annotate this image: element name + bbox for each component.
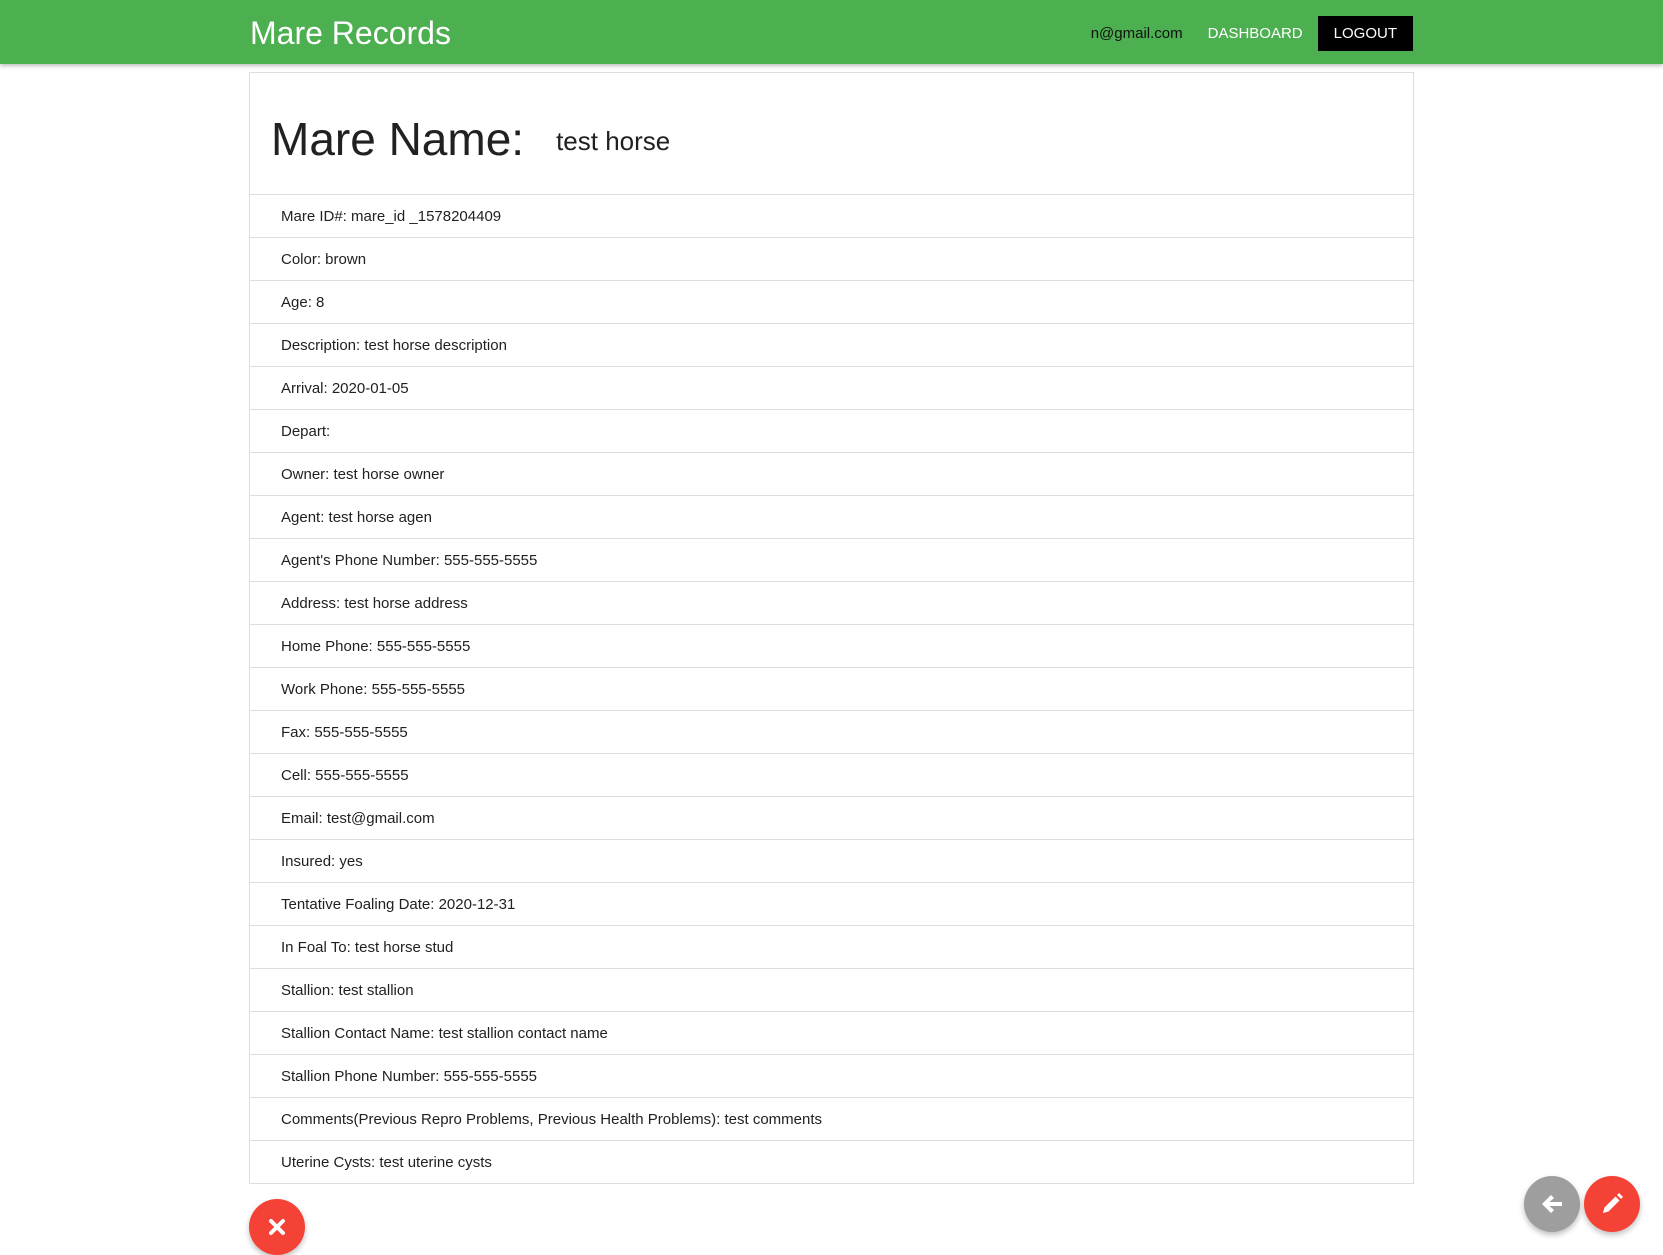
mare-field-row: Home Phone: 555-555-5555 [250,625,1413,668]
mare-field-row: Work Phone: 555-555-5555 [250,668,1413,711]
mare-name-label: Mare Name: [271,112,525,165]
mare-field-list: Mare ID#: mare_id _1578204409 Color: brow… [250,195,1413,1183]
mare-field-row: Mare ID#: mare_id _1578204409 [250,195,1413,238]
logout-button[interactable]: LOGOUT [1317,16,1413,51]
mare-field-row: Address: test horse address [250,582,1413,625]
mare-field-row: Insured: yes [250,840,1413,883]
user-email: n@gmail.com [1090,25,1183,42]
mare-field-row: Tentative Foaling Date: 2020-12-31 [250,883,1413,926]
arrow-left-icon [1542,1195,1562,1213]
mare-field-row: Stallion Phone Number: 555-555-5555 [250,1055,1413,1098]
mare-name-value: test horse [556,126,671,156]
mare-field-row: In Foal To: test horse stud [250,926,1413,969]
mare-field-row: Cell: 555-555-5555 [250,754,1413,797]
top-navbar: Mare Records n@gmail.com DASHBOARD LOGOU… [0,0,1663,64]
mare-field-row: Depart: [250,410,1413,453]
brand-logo[interactable]: Mare Records [250,14,451,52]
mare-field-row: Stallion: test stallion [250,969,1413,1012]
close-icon [269,1219,285,1235]
delete-button[interactable] [249,1199,305,1255]
mare-record-card: Mare Name: test horse Mare ID#: mare_id … [249,72,1414,1184]
pencil-icon [1603,1193,1623,1213]
dashboard-link[interactable]: DASHBOARD [1208,25,1303,42]
mare-field-row: Arrival: 2020-01-05 [250,367,1413,410]
mare-field-row: Agent's Phone Number: 555-555-5555 [250,539,1413,582]
mare-field-row: Description: test horse description [250,324,1413,367]
mare-field-row: Stallion Contact Name: test stallion con… [250,1012,1413,1055]
nav-right: n@gmail.com DASHBOARD LOGOUT [1091,16,1413,51]
mare-field-row: Owner: test horse owner [250,453,1413,496]
mare-field-row: Fax: 555-555-5555 [250,711,1413,754]
back-button[interactable] [1524,1176,1580,1232]
mare-field-row: Agent: test horse agen [250,496,1413,539]
mare-name-header: Mare Name: test horse [250,73,1413,195]
edit-button[interactable] [1584,1176,1640,1232]
mare-field-row: Email: test@gmail.com [250,797,1413,840]
mare-field-row: Color: brown [250,238,1413,281]
mare-field-row: Uterine Cysts: test uterine cysts [281,1153,492,1171]
mare-field-row: Age: 8 [250,281,1413,324]
mare-field-row: Comments(Previous Repro Problems, Previo… [250,1098,1413,1141]
